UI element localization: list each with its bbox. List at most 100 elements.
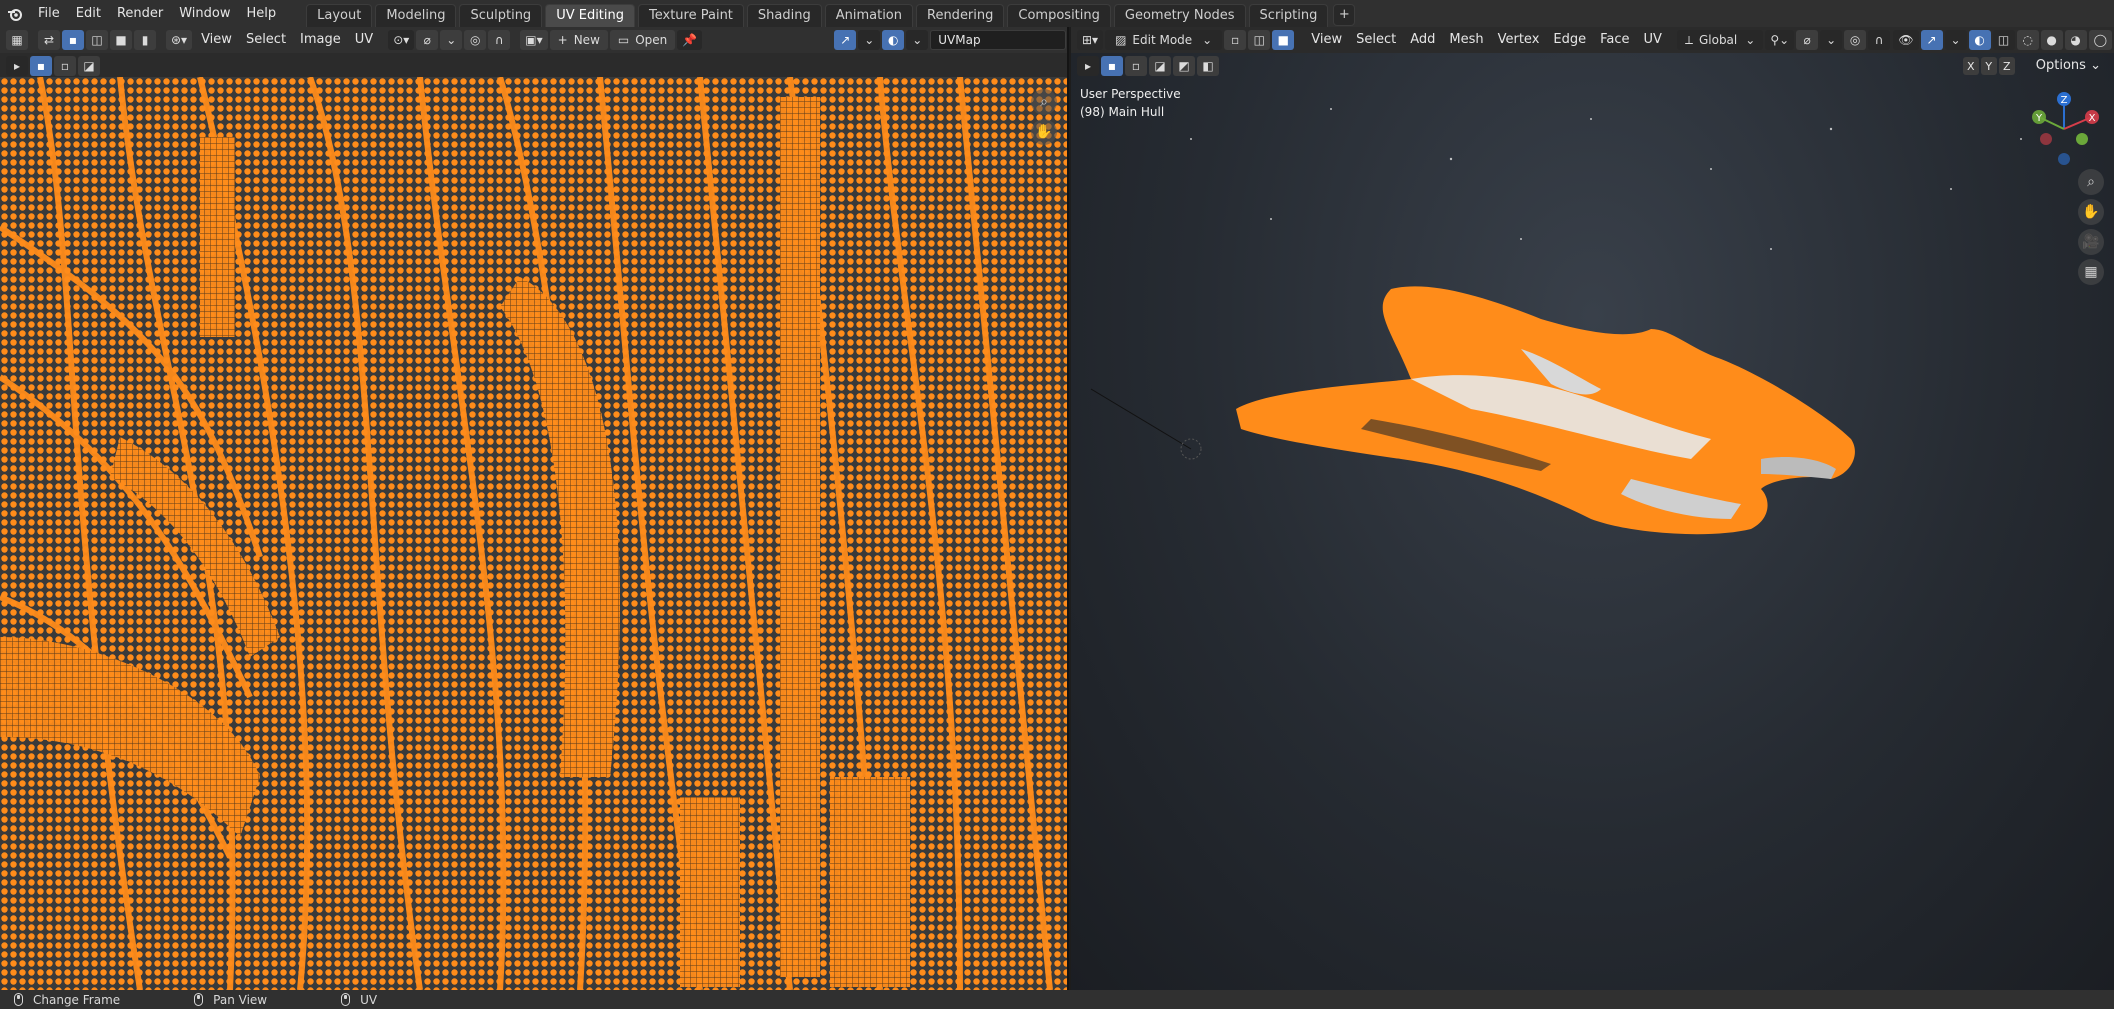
- editor-type-icon[interactable]: ⊞▾: [1077, 30, 1104, 50]
- pivot-icon[interactable]: ⚲⌄: [1765, 30, 1795, 50]
- tab-scripting[interactable]: Scripting: [1248, 4, 1329, 27]
- grid-icon[interactable]: ▦: [2078, 259, 2104, 285]
- new-image-button[interactable]: + New: [549, 30, 608, 50]
- face-select-icon[interactable]: ■: [1272, 30, 1295, 50]
- open-image-button[interactable]: ▭ Open: [609, 30, 676, 50]
- select-new-icon[interactable]: ▪: [1101, 56, 1123, 76]
- uv-map-field[interactable]: UVMap: [930, 30, 1067, 50]
- uv-menu-image[interactable]: Image: [293, 30, 348, 50]
- zoom-icon[interactable]: ⌕: [1031, 89, 1057, 115]
- vp-menu-uv[interactable]: UV: [1637, 30, 1669, 50]
- falloff-icon[interactable]: ∩: [1868, 30, 1891, 50]
- vp-menu-view[interactable]: View: [1304, 30, 1349, 50]
- menu-edit[interactable]: Edit: [68, 0, 109, 27]
- uv-menu-select[interactable]: Select: [239, 30, 293, 50]
- sticky-mode-icon[interactable]: ⊛▾: [166, 30, 193, 50]
- mirror-z-button[interactable]: Z: [1998, 57, 2015, 75]
- options-menu[interactable]: Options ⌄: [2029, 56, 2108, 76]
- add-workspace-button[interactable]: +: [1333, 4, 1356, 26]
- editor-type-icon[interactable]: ▦: [6, 30, 28, 50]
- viewport-tool-settings: ▸ ▪ ▫ ◪ ◩ ◧ X Y Z Options ⌄: [1071, 53, 2114, 79]
- chevron-down-icon: ⌄: [1202, 33, 1213, 47]
- select-new-icon[interactable]: ▪: [30, 56, 52, 76]
- tab-compositing[interactable]: Compositing: [1007, 4, 1111, 27]
- overlay-icon[interactable]: ◐: [1968, 30, 1991, 50]
- zoom-icon[interactable]: ⌕: [2078, 169, 2104, 195]
- falloff-icon[interactable]: ∩: [488, 30, 511, 50]
- image-browse-icon[interactable]: ▣▾: [520, 30, 548, 50]
- vp-menu-edge[interactable]: Edge: [1546, 30, 1593, 50]
- xray-icon[interactable]: ◫: [1992, 30, 2015, 50]
- uv-editor-area[interactable]: ▦ ⇄ ▪ ◫ ■ ▮ ⊛▾ View Select Image UV ⊙▾ ⌀…: [0, 27, 1069, 990]
- chevron-down-icon: ⌄: [1745, 33, 1756, 47]
- 3d-viewport-area[interactable]: ⊞▾ ▨ Edit Mode ⌄ ▫ ◫ ■ View Select Add M…: [1071, 27, 2114, 990]
- gizmo-dropdown-icon[interactable]: ⌄: [858, 30, 881, 50]
- hand-pan-icon[interactable]: ✋: [2078, 199, 2104, 225]
- select-invert-icon[interactable]: ◩: [1173, 56, 1195, 76]
- pivot-icon[interactable]: ⊙▾: [388, 30, 415, 50]
- status-change-frame-label: Change Frame: [33, 992, 121, 1007]
- tab-texture-paint[interactable]: Texture Paint: [638, 4, 744, 27]
- vp-menu-vertex[interactable]: Vertex: [1491, 30, 1547, 50]
- island-select-icon[interactable]: ▮: [134, 30, 156, 50]
- mirror-y-button[interactable]: Y: [1980, 57, 1997, 75]
- edge-select-icon[interactable]: ◫: [1248, 30, 1271, 50]
- menu-file[interactable]: File: [30, 0, 68, 27]
- main-hull-mesh[interactable]: [1236, 286, 1855, 535]
- snap-icon[interactable]: ⌀: [1796, 30, 1819, 50]
- camera-icon[interactable]: 🎥: [2078, 229, 2104, 255]
- shading-material-icon[interactable]: ◕: [2064, 30, 2087, 50]
- select-intersect-icon[interactable]: ◧: [1197, 56, 1219, 76]
- vertex-select-icon[interactable]: ▪: [62, 30, 84, 50]
- overlay-dropdown-icon[interactable]: ⌄: [906, 30, 929, 50]
- tab-uv-editing[interactable]: UV Editing: [545, 4, 636, 27]
- select-extend-icon[interactable]: ▫: [1125, 56, 1147, 76]
- vp-menu-add[interactable]: Add: [1403, 30, 1442, 50]
- snap-icon[interactable]: ⌀: [416, 30, 439, 50]
- pin-icon[interactable]: 📌: [677, 30, 703, 50]
- proportional-icon[interactable]: ◎: [464, 30, 487, 50]
- uv-canvas[interactable]: [0, 77, 1067, 990]
- tool-toggle-icon[interactable]: ▸: [1077, 56, 1099, 76]
- vertex-select-icon[interactable]: ▫: [1224, 30, 1247, 50]
- shading-wireframe-icon[interactable]: ◌: [2016, 30, 2039, 50]
- mirror-x-button[interactable]: X: [1962, 57, 1979, 75]
- vp-menu-mesh[interactable]: Mesh: [1442, 30, 1490, 50]
- menu-help[interactable]: Help: [239, 0, 285, 27]
- tab-shading[interactable]: Shading: [746, 4, 822, 27]
- snap-options-icon[interactable]: ⌄: [1820, 30, 1843, 50]
- gizmo-icon[interactable]: ↗: [1920, 30, 1943, 50]
- snap-options-icon[interactable]: ⌄: [440, 30, 463, 50]
- vp-menu-select[interactable]: Select: [1349, 30, 1403, 50]
- visibility-icon[interactable]: 👁: [1893, 30, 1919, 50]
- tab-geometry-nodes[interactable]: Geometry Nodes: [1113, 4, 1246, 27]
- tab-animation[interactable]: Animation: [824, 4, 913, 27]
- transform-orientation-select[interactable]: ⟂ Global ⌄: [1676, 30, 1764, 50]
- menu-render[interactable]: Render: [109, 0, 171, 27]
- tab-layout[interactable]: Layout: [306, 4, 373, 27]
- vp-menu-face[interactable]: Face: [1593, 30, 1636, 50]
- viewport-scene[interactable]: [1071, 79, 2114, 990]
- tab-sculpting[interactable]: Sculpting: [459, 4, 543, 27]
- gizmo-icon[interactable]: ↗: [834, 30, 857, 50]
- edge-select-icon[interactable]: ◫: [86, 30, 108, 50]
- tool-toggle-icon[interactable]: ▸: [6, 56, 28, 76]
- select-subtract-icon[interactable]: ◪: [78, 56, 100, 76]
- tab-modeling[interactable]: Modeling: [375, 4, 457, 27]
- menu-window[interactable]: Window: [171, 0, 238, 27]
- select-subtract-icon[interactable]: ◪: [1149, 56, 1171, 76]
- uv-menu-view[interactable]: View: [194, 30, 239, 50]
- shading-rendered-icon[interactable]: ◯: [2088, 30, 2112, 50]
- hand-pan-icon[interactable]: ✋: [1031, 119, 1057, 145]
- blender-logo-icon[interactable]: [0, 0, 30, 27]
- gizmo-dropdown-icon[interactable]: ⌄: [1944, 30, 1967, 50]
- face-select-icon[interactable]: ■: [110, 30, 132, 50]
- select-extend-icon[interactable]: ▫: [54, 56, 76, 76]
- proportional-icon[interactable]: ◎: [1844, 30, 1867, 50]
- tab-rendering[interactable]: Rendering: [916, 4, 1005, 27]
- mode-select[interactable]: ▨ Edit Mode ⌄: [1105, 30, 1223, 50]
- shading-solid-icon[interactable]: ●: [2040, 30, 2063, 50]
- overlay-icon[interactable]: ◐: [882, 30, 905, 50]
- uv-menu-uv[interactable]: UV: [348, 30, 380, 50]
- sync-selection-icon[interactable]: ⇄: [38, 30, 60, 50]
